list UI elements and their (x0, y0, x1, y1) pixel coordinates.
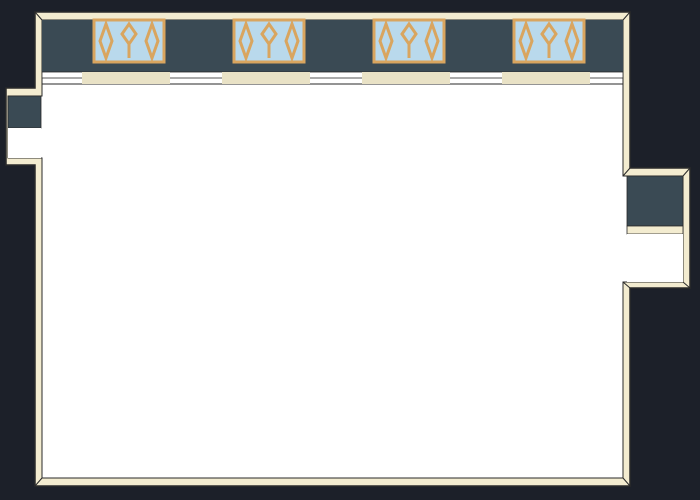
west-doorway[interactable] (7, 95, 42, 158)
window-2 (232, 18, 306, 64)
window-4 (512, 18, 586, 64)
east-alcove-floor (627, 234, 683, 282)
window-1 (92, 18, 166, 64)
west-alcove-wall-face (7, 95, 42, 129)
window-sill-3 (362, 72, 450, 84)
window-sill-1 (82, 72, 170, 84)
east-doorway[interactable] (626, 175, 684, 282)
window-sill-4 (502, 72, 590, 84)
window-3 (372, 18, 446, 64)
window-sill-2 (222, 72, 310, 84)
east-alcove-baseboard (626, 225, 684, 235)
room-floor (7, 19, 684, 479)
west-alcove-floor (8, 128, 41, 158)
east-alcove-wall-face (626, 175, 684, 227)
room-map (0, 0, 700, 500)
